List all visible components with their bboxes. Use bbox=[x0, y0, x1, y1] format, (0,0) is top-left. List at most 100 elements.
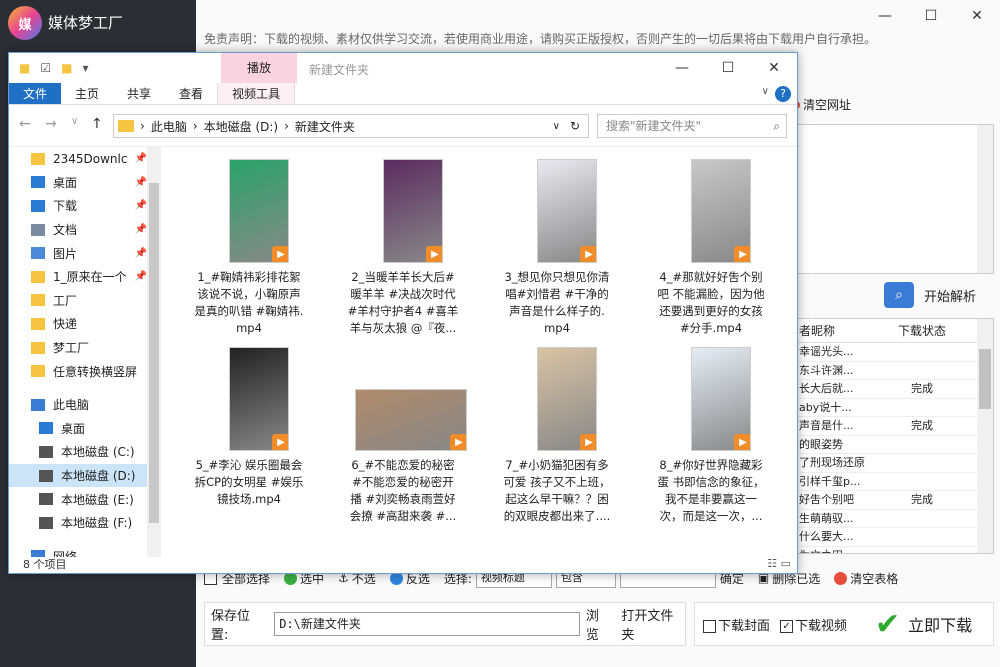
tab-view[interactable]: 查看 bbox=[165, 83, 217, 104]
download-now-button[interactable]: ✔ 立即下载 bbox=[875, 607, 972, 642]
table-row[interactable]: 什么要大... bbox=[797, 528, 993, 547]
table-row[interactable]: aby说十... bbox=[797, 399, 993, 417]
table-row[interactable]: 引样千玺p... bbox=[797, 473, 993, 491]
nav-item[interactable]: 2345Downlc 📌 bbox=[9, 147, 161, 171]
pin-icon[interactable]: 📌 bbox=[135, 271, 147, 282]
clear-url-button[interactable]: 清空网址 bbox=[792, 96, 851, 113]
breadcrumb-drive-d[interactable]: 本地磁盘 (D:) bbox=[204, 118, 278, 135]
open-folder-button[interactable]: 打开文件夹 bbox=[621, 605, 685, 643]
help-icon[interactable]: ? bbox=[775, 86, 791, 102]
address-dropdown-icon[interactable]: ∨ bbox=[553, 121, 560, 132]
download-cover-checkbox[interactable]: 下载封面 bbox=[703, 615, 770, 634]
clear-table-button[interactable]: 清空表格 bbox=[834, 570, 898, 587]
file-item[interactable]: ▶ 1_#鞠婧祎彩排花絮 该说不说，小鞠原声 是真的叭错 #鞠婧祎. mp4 bbox=[179, 151, 319, 341]
pin-icon[interactable]: 📌 bbox=[135, 248, 147, 259]
explorer-close-button[interactable]: ✕ bbox=[751, 53, 797, 83]
forward-arrow-icon[interactable]: → bbox=[45, 116, 57, 132]
maximize-button[interactable]: ☐ bbox=[908, 0, 954, 32]
file-item[interactable]: ▶ 8_#你好世界隐藏彩蛋 书即信念的象征， 我不是非要赢这一 次，而是这一次，... bbox=[641, 339, 781, 529]
recent-chevron-icon[interactable]: ∨ bbox=[71, 116, 78, 127]
explorer-minimize-button[interactable]: — bbox=[659, 53, 705, 83]
ribbon-tabs: 文件 主页 共享 查看 视频工具 ∨ ? bbox=[9, 83, 797, 105]
file-item[interactable]: ▶ 6_#不能恋爱的秘密 #不能恋爱的秘密开播 #刘奕畅袁雨萱好 会撩 #高甜来袭 #… bbox=[333, 339, 473, 529]
pin-icon[interactable]: 📌 bbox=[135, 200, 147, 211]
nav-item[interactable]: 下载 📌 bbox=[9, 194, 161, 218]
status-cell: 完成 bbox=[911, 493, 933, 506]
table-row[interactable]: 生萌萌驭... bbox=[797, 510, 993, 528]
view-toggle-icons[interactable]: ☷ ▭ bbox=[767, 557, 791, 570]
back-arrow-icon[interactable]: ← bbox=[19, 116, 31, 132]
chevron-down-icon[interactable]: ∨ bbox=[762, 86, 769, 97]
download-video-checkbox[interactable]: ✓ 下载视频 bbox=[780, 615, 847, 634]
results-table[interactable]: 者昵称 下载状态 幸谣光头... 东斗许渊... 长大后就... 完成 aby说十...… bbox=[796, 318, 994, 554]
file-name-line: 蛋 书即信念的象征， bbox=[657, 475, 765, 489]
network-icon bbox=[31, 550, 45, 557]
clear-table-icon bbox=[834, 571, 848, 585]
nav-item[interactable]: 本地磁盘 (D:) bbox=[9, 463, 161, 488]
table-row[interactable]: 好吿个别吧 完成 bbox=[797, 491, 993, 510]
url-input[interactable] bbox=[796, 124, 994, 274]
file-item[interactable]: ▶ 7_#小奶猫犯困有多 可爱 孩子又不上班， 起这么早干嘛？？困 的双眼皮都出来了..… bbox=[487, 339, 627, 529]
table-row[interactable]: 为文之田 bbox=[797, 547, 993, 554]
file-item[interactable]: ▶ 4_#那就好好吿个别吧 不能漏脸，因为他 还要遇到更好的女孩 #分手.mp4 bbox=[641, 151, 781, 341]
nav-item[interactable]: 任意转换横竖屏 bbox=[9, 359, 161, 383]
tab-file[interactable]: 文件 bbox=[9, 83, 62, 104]
explorer-title: 新建文件夹 bbox=[309, 63, 370, 77]
table-row[interactable]: 长大后就... 完成 bbox=[797, 380, 993, 399]
nav-item[interactable]: 本地磁盘 (C:) bbox=[9, 440, 161, 464]
folder-icon[interactable]: ■ bbox=[19, 61, 30, 75]
nav-item[interactable]: 网络 bbox=[9, 545, 161, 557]
pin-icon[interactable]: 📌 bbox=[135, 224, 147, 235]
tab-share[interactable]: 共享 bbox=[113, 83, 165, 104]
file-name-line: 1_#鞠婧祎彩排花絮 bbox=[197, 270, 301, 284]
file-name: 4_#那就好好吿个别吧 不能漏脸，因为他 还要遇到更好的女孩 #分手.mp4 bbox=[641, 269, 781, 337]
save-path-input[interactable]: D:\新建文件夹 bbox=[274, 612, 580, 636]
nav-item[interactable]: 图片 📌 bbox=[9, 241, 161, 265]
customize-icon[interactable]: ▾ bbox=[82, 61, 88, 75]
close-button[interactable]: ✕ bbox=[954, 0, 1000, 32]
nav-item[interactable]: 本地磁盘 (F:) bbox=[9, 511, 161, 535]
clear-table-label: 清空表格 bbox=[850, 571, 899, 586]
file-item[interactable]: ▶ 5_#李沁 娱乐圈最会 拆CP的女明星 #娱乐 镜技场.mp4 bbox=[179, 339, 319, 529]
nav-item[interactable]: 此电脑 bbox=[9, 393, 161, 417]
nav-item[interactable]: 快递 bbox=[9, 312, 161, 336]
table-row[interactable]: 的眼姿势 bbox=[797, 436, 993, 454]
browse-button[interactable]: 浏览 bbox=[586, 605, 611, 643]
nav-item[interactable]: 梦工厂 bbox=[9, 336, 161, 360]
status-cell bbox=[867, 528, 977, 546]
pin-icon[interactable]: 📌 bbox=[135, 153, 147, 164]
explorer-maximize-button[interactable]: ☐ bbox=[705, 53, 751, 83]
nav-item[interactable]: 1_原来在一个 📌 bbox=[9, 265, 161, 289]
new-folder-icon[interactable]: ■ bbox=[61, 61, 72, 75]
table-row[interactable]: 幸谣光头... bbox=[797, 343, 993, 362]
refresh-icon[interactable]: ↻ bbox=[570, 119, 580, 133]
properties-icon[interactable]: ☑ bbox=[40, 61, 51, 75]
play-context-tab[interactable]: 播放 bbox=[221, 53, 297, 83]
breadcrumb-this-pc[interactable]: 此电脑 bbox=[151, 118, 187, 135]
file-item[interactable]: ▶ 3_想见你只想见你清 唱#刘惜君 #干净的 声音是什么样子的. mp4 bbox=[487, 151, 627, 341]
search-input[interactable]: 搜索"新建文件夹" ⌕ bbox=[597, 114, 787, 138]
minimize-button[interactable]: — bbox=[862, 0, 908, 32]
nav-item[interactable]: 桌面 📌 bbox=[9, 171, 161, 195]
results-scroll-thumb[interactable] bbox=[979, 349, 991, 409]
table-row[interactable]: 东斗许渊... bbox=[797, 362, 993, 380]
nav-item[interactable]: 工厂 bbox=[9, 289, 161, 313]
url-scrollbar[interactable] bbox=[977, 125, 993, 273]
status-bar: 8 个项目 bbox=[23, 558, 67, 571]
navigation-scroll-thumb[interactable] bbox=[149, 183, 159, 523]
tab-home[interactable]: 主页 bbox=[61, 83, 113, 104]
status-cell bbox=[867, 362, 977, 380]
nav-item[interactable]: 本地磁盘 (E:) bbox=[9, 487, 161, 511]
address-bar[interactable]: › 此电脑 › 本地磁盘 (D:) › 新建文件夹 ∨ ↻ bbox=[113, 114, 589, 138]
nav-item[interactable]: 文档 📌 bbox=[9, 218, 161, 242]
breadcrumb-new-folder[interactable]: 新建文件夹 bbox=[295, 118, 355, 135]
up-arrow-icon[interactable]: ↑ bbox=[91, 116, 103, 132]
pin-icon[interactable]: 📌 bbox=[135, 177, 147, 188]
file-item[interactable]: ▶ 2_当暖羊羊长大后# 暖羊羊 #决战次时代 #羊村守护者4 #喜羊 羊与灰太狼 @『… bbox=[333, 151, 473, 341]
file-name-line: 2_当暖羊羊长大后# bbox=[351, 270, 455, 284]
tab-video-tools[interactable]: 视频工具 bbox=[217, 83, 296, 104]
parse-button[interactable]: ⌕ 开始解析 bbox=[884, 282, 976, 308]
nav-item[interactable]: 桌面 bbox=[9, 417, 161, 441]
table-row[interactable]: 了刑现场还原 bbox=[797, 454, 993, 473]
table-row[interactable]: 声音是什... 完成 bbox=[797, 417, 993, 436]
